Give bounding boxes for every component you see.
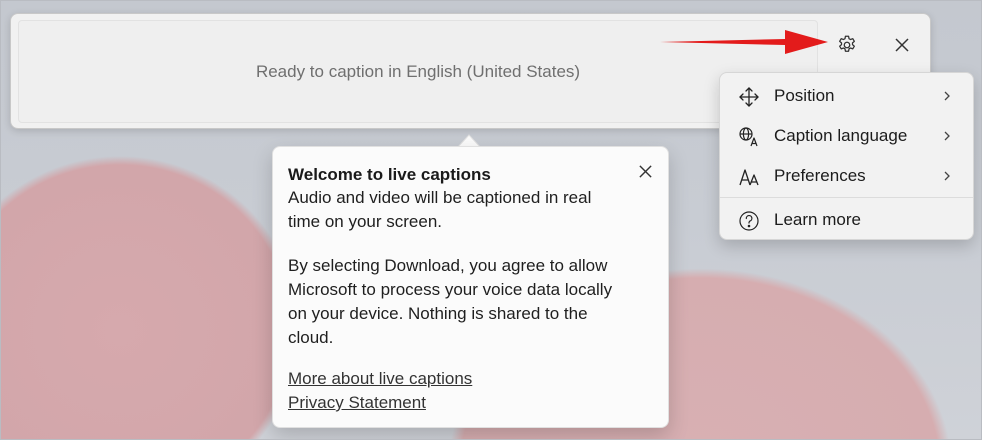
gear-icon xyxy=(839,35,855,52)
menu-separator xyxy=(720,197,973,198)
menu-item-label: Learn more xyxy=(774,210,861,229)
chevron-right-icon xyxy=(944,131,950,141)
privacy-statement-link[interactable]: Privacy Statement xyxy=(288,391,426,415)
close-button[interactable] xyxy=(887,30,917,60)
red-arrow-annotation xyxy=(660,30,828,54)
menu-item-label: Caption language xyxy=(774,126,908,145)
menu-item-learn-more[interactable]: Learn more xyxy=(724,201,969,239)
more-about-live-captions-link[interactable]: More about live captions xyxy=(288,367,472,391)
font-size-icon xyxy=(738,166,760,188)
help-icon xyxy=(738,210,760,232)
menu-item-label: Position xyxy=(774,86,835,105)
language-icon xyxy=(738,126,760,148)
flyout-description: Audio and video will be captioned in rea… xyxy=(288,188,592,231)
move-arrows-icon xyxy=(738,86,760,108)
flyout-close-button[interactable] xyxy=(633,159,657,183)
menu-item-label: Preferences xyxy=(774,166,866,185)
menu-item-position[interactable]: Position xyxy=(724,77,969,115)
welcome-flyout: Welcome to live captions Audio and video… xyxy=(272,146,669,428)
settings-menu: Position Caption language Preferences Le… xyxy=(719,72,974,240)
close-icon xyxy=(638,164,652,178)
chevron-right-icon xyxy=(944,91,950,101)
menu-item-preferences[interactable]: Preferences xyxy=(724,157,969,195)
close-icon xyxy=(895,38,909,52)
flyout-title: Welcome to live captions xyxy=(288,165,491,184)
menu-item-caption-language[interactable]: Caption language xyxy=(724,117,969,155)
settings-button[interactable] xyxy=(832,30,862,60)
chevron-right-icon xyxy=(944,171,950,181)
flyout-privacy-text: By selecting Download, you agree to allo… xyxy=(288,256,613,347)
caption-status-text: Ready to caption in English (United Stat… xyxy=(255,61,581,81)
